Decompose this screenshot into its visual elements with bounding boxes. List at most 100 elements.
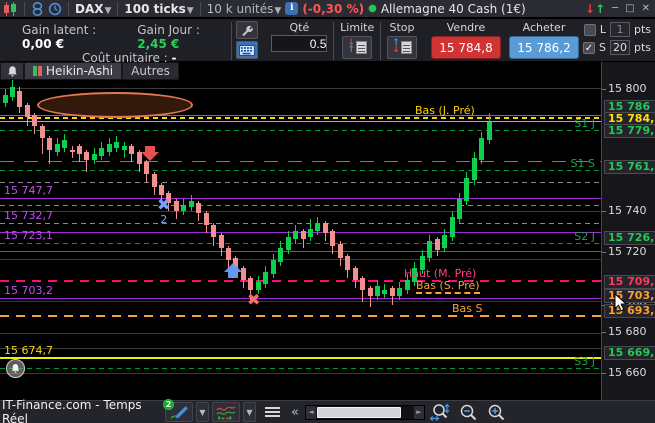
axis-tick bbox=[602, 373, 606, 374]
price-line[interactable] bbox=[0, 348, 601, 349]
price-line[interactable] bbox=[0, 298, 601, 299]
zoom-in-icon bbox=[488, 404, 505, 421]
maximize-button[interactable]: □ bbox=[625, 3, 634, 14]
tab-heikin-ashi[interactable]: Heikin-Ashi bbox=[24, 62, 123, 80]
sell-button[interactable]: 15 784,8 bbox=[431, 36, 501, 59]
candle bbox=[181, 204, 187, 211]
stop-order-button[interactable]: ↑ ↓ bbox=[387, 35, 417, 59]
candle bbox=[211, 225, 217, 238]
link-icon[interactable] bbox=[31, 1, 44, 16]
instrument-selector[interactable]: DAX▼ bbox=[75, 2, 111, 16]
candle bbox=[114, 141, 120, 148]
price-line[interactable] bbox=[0, 280, 601, 282]
limit-order-label: Limite bbox=[340, 21, 375, 34]
price-line[interactable] bbox=[0, 251, 601, 252]
stop-pts-input[interactable]: 20 bbox=[609, 40, 630, 55]
limit-checkbox[interactable] bbox=[583, 23, 596, 36]
stop-arrows-icon: ↑ ↓ bbox=[392, 38, 400, 56]
price-line[interactable] bbox=[0, 170, 601, 171]
minimize-button[interactable]: ─ bbox=[612, 3, 618, 14]
price-line[interactable] bbox=[0, 205, 601, 206]
scroll-left-button[interactable]: ◄ bbox=[305, 405, 316, 419]
chart-area[interactable]: Heikin-Ashi Autres Bas (J. Pré) S1 J S1 S 1… bbox=[0, 62, 601, 400]
status-bar: IT-Finance.com - Temps Réel 2 ▼ ▼ « ◄ ► bbox=[0, 398, 655, 423]
candle bbox=[226, 247, 231, 260]
candle bbox=[442, 235, 448, 248]
limit-arrows-icon: ↓ ↑ bbox=[347, 38, 355, 56]
price-line[interactable] bbox=[0, 259, 601, 260]
refresh-arrows-icon[interactable]: ↓↑ bbox=[585, 2, 605, 16]
wrench-icon bbox=[242, 25, 254, 37]
price-line[interactable] bbox=[0, 373, 601, 374]
tab-heikin-ashi-label: Heikin-Ashi bbox=[46, 64, 114, 78]
price-line[interactable] bbox=[0, 182, 601, 183]
trade-x-marker: ✖ bbox=[247, 290, 261, 309]
price-alarm-marker[interactable] bbox=[6, 359, 25, 378]
tab-autres[interactable]: Autres bbox=[122, 62, 179, 80]
candle bbox=[285, 237, 291, 250]
chart-type-dropdown[interactable]: ▼ bbox=[243, 402, 256, 422]
timeframe-selector[interactable]: 100 ticks▼ bbox=[124, 2, 193, 16]
candle bbox=[397, 288, 403, 297]
alerts-button[interactable] bbox=[0, 62, 24, 80]
price-line-label: 15 723,1 bbox=[4, 229, 53, 242]
price-line[interactable] bbox=[0, 368, 601, 369]
draw-tools-dropdown[interactable]: ▼ bbox=[196, 402, 209, 422]
clock-icon[interactable] bbox=[48, 2, 62, 16]
price-line[interactable] bbox=[0, 333, 601, 334]
price-line[interactable] bbox=[0, 357, 601, 359]
horizontal-scrollbar[interactable]: ◄ ► bbox=[304, 404, 425, 420]
chevron-down-icon: ▼ bbox=[186, 5, 194, 16]
chart-menu-button[interactable] bbox=[259, 402, 285, 422]
price-line[interactable] bbox=[0, 130, 601, 131]
price-line[interactable] bbox=[0, 211, 601, 212]
info-icon[interactable]: i bbox=[285, 2, 299, 15]
price-line[interactable] bbox=[0, 223, 601, 224]
app-candles-icon bbox=[3, 1, 18, 16]
candle bbox=[307, 229, 313, 238]
price-line-label: Bas S bbox=[452, 302, 483, 315]
price-line[interactable] bbox=[0, 88, 601, 89]
chart-tabs: Heikin-Ashi Autres bbox=[0, 62, 179, 80]
limit-pts-input[interactable]: 1 bbox=[609, 22, 630, 37]
candle bbox=[471, 158, 477, 181]
buy-button[interactable]: 15 786,2 bbox=[509, 36, 579, 59]
price-line[interactable] bbox=[0, 315, 601, 317]
axis-tick bbox=[602, 252, 606, 253]
zoom-in-button[interactable] bbox=[484, 402, 509, 422]
order-panel: Gain latent : 0,00 € Gain Jour : 2,45 € … bbox=[0, 19, 655, 65]
candle bbox=[158, 184, 164, 195]
price-line[interactable] bbox=[0, 121, 601, 122]
stop-checkbox[interactable]: ✓ bbox=[583, 41, 595, 54]
price-axis[interactable]: 15 80015 70015 74015 72015 68015 66015 7… bbox=[601, 62, 655, 400]
limit-order-button[interactable]: ↓ ↑ bbox=[342, 35, 373, 59]
price-line-label: Bas (J. Pré) bbox=[415, 104, 475, 117]
zoom-fit-button[interactable] bbox=[428, 402, 453, 422]
price-line[interactable] bbox=[0, 198, 601, 199]
keyboard-button[interactable] bbox=[236, 41, 259, 59]
candle bbox=[39, 125, 45, 138]
scroll-right-button[interactable]: ► bbox=[413, 405, 424, 419]
collapse-toolbar-button[interactable]: « bbox=[288, 405, 302, 420]
price-line[interactable] bbox=[0, 161, 601, 162]
qty-input[interactable] bbox=[271, 35, 328, 52]
candle bbox=[9, 86, 15, 98]
price-line[interactable] bbox=[0, 301, 601, 302]
gain-latent-label: Gain latent : bbox=[22, 23, 97, 37]
draw-tools-button[interactable]: 2 bbox=[163, 399, 193, 422]
close-button[interactable]: ✕ bbox=[642, 3, 650, 14]
pnl-summary: Gain latent : 0,00 € Gain Jour : 2,45 € … bbox=[0, 19, 229, 65]
scrollbar-thumb[interactable] bbox=[316, 406, 401, 418]
sell-label: Vendre bbox=[446, 21, 486, 34]
separator bbox=[24, 1, 25, 16]
ellipse-annotation[interactable] bbox=[37, 92, 193, 118]
candle bbox=[24, 105, 30, 118]
zoom-out-button[interactable] bbox=[456, 402, 481, 422]
chart-type-button[interactable] bbox=[212, 402, 240, 422]
settings-wrench-button[interactable] bbox=[236, 21, 259, 39]
chevron-down-icon: ▼ bbox=[274, 5, 282, 16]
units-selector[interactable]: 10 k unités▼ bbox=[207, 2, 282, 16]
candle bbox=[427, 241, 433, 258]
price-line[interactable] bbox=[0, 243, 601, 244]
daily-change: (-0,30 %) bbox=[302, 1, 365, 16]
